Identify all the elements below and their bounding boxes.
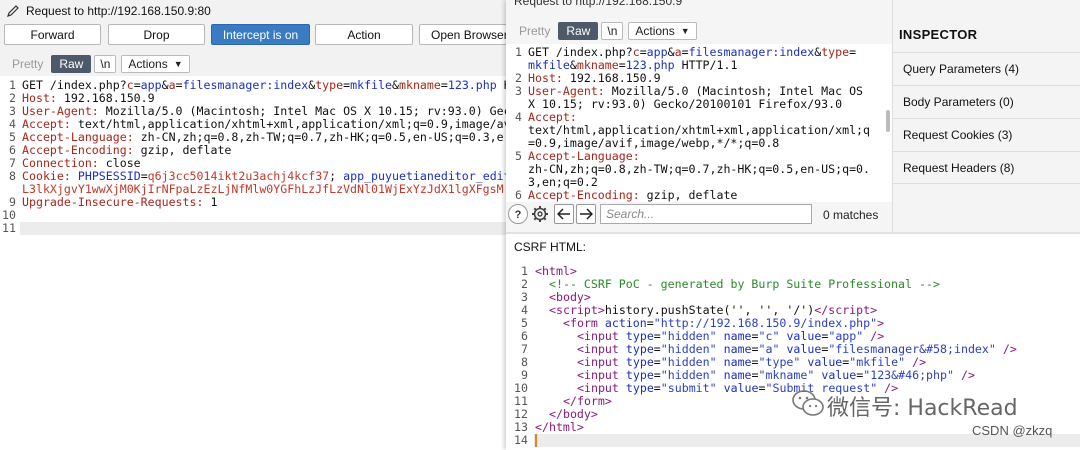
tab-pretty[interactable]: Pretty (511, 22, 558, 40)
poc-comment: <!-- CSRF PoC - generated by Burp Suite … (549, 277, 940, 291)
request-panel: Request to http://192.168.150.9 Pretty R… (506, 0, 892, 232)
left-titlebar: Request to http://192.168.150.9:80 (0, 0, 506, 22)
chevron-down-icon: ▼ (173, 59, 183, 69)
inspector-request-cookies[interactable]: Request Cookies (3) (893, 118, 1080, 151)
line-number: 6 (515, 188, 522, 202)
help-icon[interactable]: ? (508, 204, 528, 224)
actions-label: Actions (128, 57, 168, 71)
actions-dropdown[interactable]: Actions ▼ (628, 22, 697, 40)
html-close-tag: </html> (535, 420, 584, 434)
arrow-right-icon[interactable] (576, 204, 596, 224)
line-number: 5 (515, 149, 522, 163)
tab-newline[interactable]: \n (601, 22, 624, 40)
left-view-tabs: Pretty Raw \n Actions ▼ (4, 54, 190, 74)
csdn-watermark: CSDN @zkzq (972, 423, 1053, 438)
text-cursor (535, 434, 537, 447)
search-input[interactable]: Search... (600, 204, 812, 224)
right-request-editor[interactable]: 1 2 3 4 5 6 GET /index.php?c=app&a=files… (506, 44, 892, 202)
tab-raw[interactable]: Raw (558, 22, 599, 40)
wechat-watermark: 微信号: HackRead (827, 396, 1018, 421)
arrow-left-icon[interactable] (554, 204, 574, 224)
inspector-request-headers[interactable]: Request Headers (8) (893, 151, 1080, 184)
tab-pretty[interactable]: Pretty (4, 55, 51, 73)
gear-icon[interactable] (530, 204, 550, 224)
csrf-poc-window: Request to http://192.168.150.9 Pretty R… (506, 0, 1080, 450)
drop-button[interactable]: Drop (108, 24, 205, 45)
tab-raw[interactable]: Raw (51, 55, 92, 73)
current-line-highlight (20, 222, 506, 235)
inspector-body-parameters[interactable]: Body Parameters (0) (893, 85, 1080, 118)
inspector-title: INSPECTOR (899, 27, 978, 42)
csrf-html-label: CSRF HTML: (514, 240, 586, 254)
line-number: 3 (515, 84, 522, 98)
actions-label: Actions (635, 24, 675, 38)
chevron-down-icon: ▼ (680, 26, 690, 36)
line-number: 1 (515, 45, 522, 59)
match-count: 0 matches (823, 208, 879, 222)
left-interceptor-window: Request to http://192.168.150.9:80 Forwa… (0, 0, 507, 450)
line-number: 14 (514, 433, 528, 447)
right-view-tabs: Pretty Raw \n Actions ▼ (511, 21, 697, 41)
svg-text:?: ? (515, 209, 522, 221)
panel-divider[interactable] (506, 232, 1080, 234)
actions-dropdown[interactable]: Actions ▼ (121, 55, 190, 73)
intercept-toggle-button[interactable]: Intercept is on (211, 24, 310, 45)
open-browser-button[interactable]: Open Browser (419, 24, 507, 45)
action-button[interactable]: Action (315, 24, 413, 45)
edit-pencil-icon (7, 5, 19, 17)
line-number: 4 (515, 110, 522, 124)
left-title: Request to http://192.168.150.9:80 (26, 4, 211, 18)
editor-scrollbar[interactable] (886, 110, 890, 132)
inspector-panel: INSPECTOR Query Parameters (4) Body Para… (892, 0, 1080, 232)
line-number: 8 (9, 169, 16, 183)
header-accept-encoding: Accept-Encoding: gzip, deflate (528, 188, 738, 202)
header-upgrade-insecure: Upgrade-Insecure-Requests: 1 (22, 195, 218, 209)
wechat-logo-icon (792, 390, 824, 416)
left-request-editor[interactable]: 1 2 3 4 5 6 7 8 9 10 11 GET /index.php?c… (0, 76, 506, 450)
intercept-toolbar: Forward Drop Intercept is on Action Open… (0, 24, 507, 46)
line-number: 11 (2, 221, 16, 235)
right-title: Request to http://192.168.150.9 (514, 0, 683, 8)
inspector-query-parameters[interactable]: Query Parameters (4) (893, 52, 1080, 85)
forward-button[interactable]: Forward (4, 24, 101, 45)
tab-newline[interactable]: \n (94, 55, 117, 73)
